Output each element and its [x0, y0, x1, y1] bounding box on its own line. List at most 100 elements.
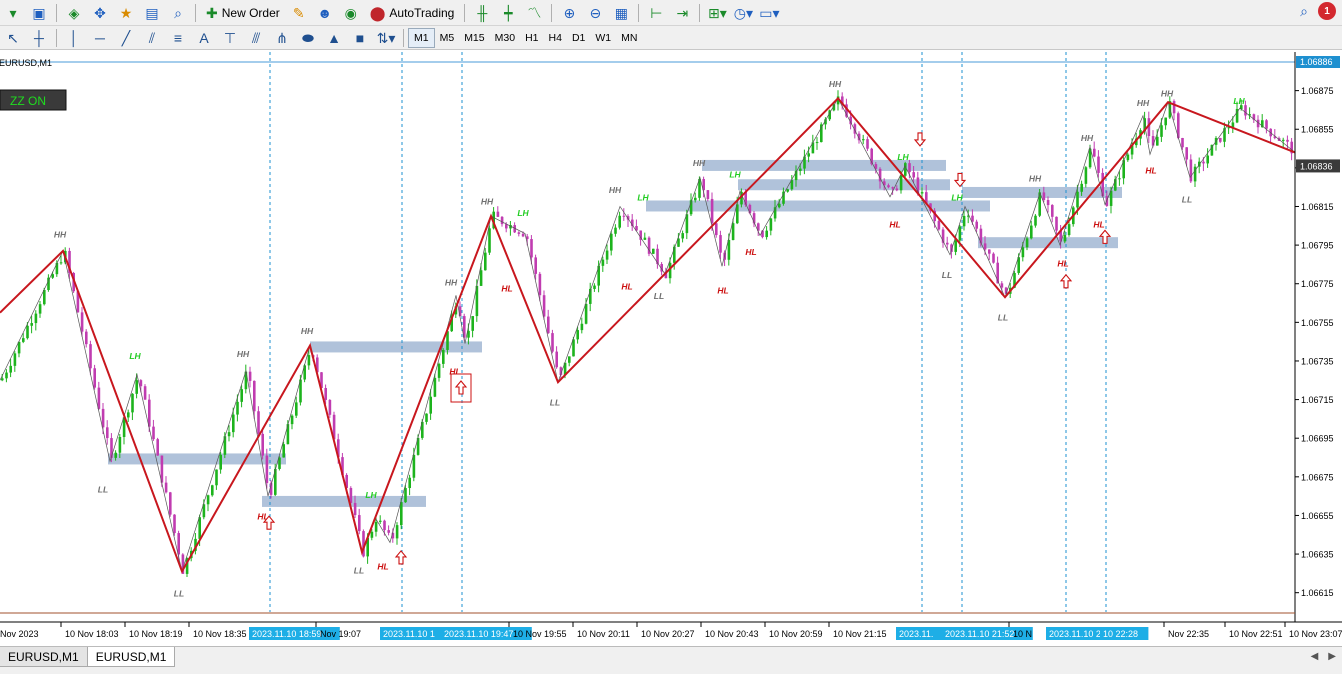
rectangle-tool[interactable]: ■ — [349, 27, 371, 49]
tile-windows-button[interactable]: ▦ — [610, 2, 632, 24]
vps-button[interactable]: ◉ — [340, 2, 362, 24]
price-tick-label: 1.06675 — [1301, 472, 1334, 482]
price-tick-label: 1.06635 — [1301, 550, 1334, 560]
candle-body — [1000, 283, 1004, 288]
price-tick-label: 1.06795 — [1301, 241, 1334, 251]
vertical-line-tool[interactable]: │ — [63, 27, 85, 49]
market-watch-button[interactable]: ◈ — [63, 2, 85, 24]
autotrading-button[interactable]: ⬤ AutoTrading — [366, 2, 459, 24]
pivot-label-hh: HH — [54, 229, 67, 239]
candle-body — [799, 168, 802, 171]
candle-body — [1206, 155, 1209, 164]
autotrading-label: AutoTrading — [389, 5, 455, 20]
candle-body — [177, 533, 180, 555]
strategy-tester-button[interactable]: ⌕ — [167, 2, 189, 24]
data-window-button[interactable]: ✥ — [89, 2, 111, 24]
new-chart-dropdown[interactable]: ▾ — [2, 2, 24, 24]
cursor-tool[interactable]: ↖ — [2, 27, 24, 49]
magnifier-icon: ⌕ — [174, 4, 182, 21]
pivot-label-hl: HL — [621, 282, 632, 292]
timeframe-m5[interactable]: M5 — [435, 28, 460, 48]
candle-body — [778, 203, 781, 208]
periods-dropdown[interactable]: ◷▾ — [732, 2, 754, 24]
bar-chart-button[interactable]: ╫ — [471, 2, 493, 24]
candle-body — [551, 333, 554, 352]
pivot-label-ll: LL — [354, 565, 364, 575]
pivot-label-lh: LH — [129, 351, 141, 361]
line-chart-button[interactable]: 〽 — [523, 2, 545, 24]
profiles-button[interactable]: ▣ — [28, 2, 50, 24]
pivot-label-ll: LL — [998, 312, 1008, 322]
candle-body — [358, 515, 361, 532]
navigator-button[interactable]: ★ — [115, 2, 137, 24]
candle-body — [962, 215, 966, 227]
timeframe-m15[interactable]: M15 — [459, 28, 489, 48]
pitchfork-tool[interactable]: ⋔ — [271, 27, 293, 49]
crosshair-tool[interactable]: ┼ — [28, 27, 50, 49]
candle-body — [169, 492, 172, 515]
price-tick-label: 1.06855 — [1301, 125, 1334, 135]
chart-tab[interactable]: EURUSD,M1 — [0, 647, 88, 667]
templates-dropdown[interactable]: ▭▾ — [758, 2, 780, 24]
candle-body — [1244, 105, 1247, 116]
zoom-in-button[interactable]: ⊕ — [558, 2, 580, 24]
timeframe-m1[interactable]: M1 — [408, 27, 435, 48]
timeframe-d1[interactable]: D1 — [567, 28, 590, 48]
chart-tab[interactable]: EURUSD,M1 — [86, 647, 176, 667]
candle-body — [307, 355, 311, 366]
chart-shift-button[interactable]: ⊢ — [645, 2, 667, 24]
pivot-label-hh: HH — [1161, 88, 1174, 98]
chart-add-icon: ▾ — [9, 4, 17, 21]
search-icon[interactable]: ⌕ — [1300, 4, 1308, 18]
candle-body — [719, 235, 722, 253]
toolbar-separator — [56, 3, 57, 22]
notification-badge[interactable]: 1 — [1318, 2, 1336, 20]
indicators-dropdown[interactable]: ⊞▾ — [706, 2, 728, 24]
arrows-dropdown[interactable]: ⇅▾ — [375, 27, 397, 49]
timeframe-h4[interactable]: H4 — [544, 28, 567, 48]
price-chart[interactable]: HH LH LL HH HL LL HH LH LL HL HH HL HH LH HL LL HH LH HL LL… — [0, 52, 1342, 646]
signals-button[interactable]: ☻ — [314, 2, 336, 24]
text-tool[interactable]: A — [193, 27, 215, 49]
horizontal-line-tool[interactable]: ─ — [89, 27, 111, 49]
gann-tool[interactable]: ⫻ — [245, 27, 267, 49]
equidistant-channel-tool[interactable]: ⫽ — [141, 27, 163, 49]
toolbar-separator — [699, 3, 701, 22]
ellipse-tool[interactable]: ⬬ — [297, 27, 319, 49]
timeframe-mn[interactable]: MN — [616, 28, 642, 48]
metaeditor-button[interactable]: ✎ — [288, 2, 310, 24]
new-order-button[interactable]: ✚ New Order — [202, 2, 284, 24]
candle-body — [232, 414, 235, 433]
line-chart-icon: 〽 — [527, 4, 542, 21]
candle-body — [618, 215, 621, 228]
candle-body — [219, 454, 222, 470]
tabs-container: EURUSD,M1 EURUSD,M1 — [0, 647, 176, 667]
autoscroll-button[interactable]: ⇥ — [671, 2, 693, 24]
tab-scroll: ◀ ▶ — [1311, 651, 1336, 662]
timeframe-h1[interactable]: H1 — [520, 28, 543, 48]
fibonacci-tool[interactable]: ≡ — [167, 27, 189, 49]
tab-scroll-left-icon[interactable]: ◀ — [1311, 651, 1319, 662]
candle-body — [257, 411, 260, 434]
candle-body — [1151, 136, 1155, 146]
tab-scroll-right-icon[interactable]: ▶ — [1328, 651, 1336, 662]
profiles-icon: ▣ — [32, 4, 46, 21]
candle-body — [1084, 167, 1088, 184]
text-label-tool[interactable]: ⊤ — [219, 27, 241, 49]
zone-rect — [962, 186, 1122, 198]
candle-body — [148, 399, 151, 427]
timeframe-m30[interactable]: M30 — [490, 28, 520, 48]
candle-body — [1286, 139, 1289, 142]
candle-body — [5, 372, 8, 379]
zz-toggle-label: ZZ ON — [10, 94, 46, 108]
gann-icon: ⫻ — [251, 29, 261, 46]
candle-body — [988, 249, 991, 254]
triangle-tool[interactable]: ▲ — [323, 27, 345, 49]
trendline-tool[interactable]: ╱ — [115, 27, 137, 49]
zoom-out-button[interactable]: ⊖ — [584, 2, 606, 24]
candlestick-button[interactable]: ┿ — [497, 2, 519, 24]
price-tick-label: 1.06875 — [1301, 86, 1334, 96]
terminal-button[interactable]: ▤ — [141, 2, 163, 24]
clock-icon: ◷▾ — [733, 4, 753, 21]
timeframe-w1[interactable]: W1 — [590, 28, 616, 48]
